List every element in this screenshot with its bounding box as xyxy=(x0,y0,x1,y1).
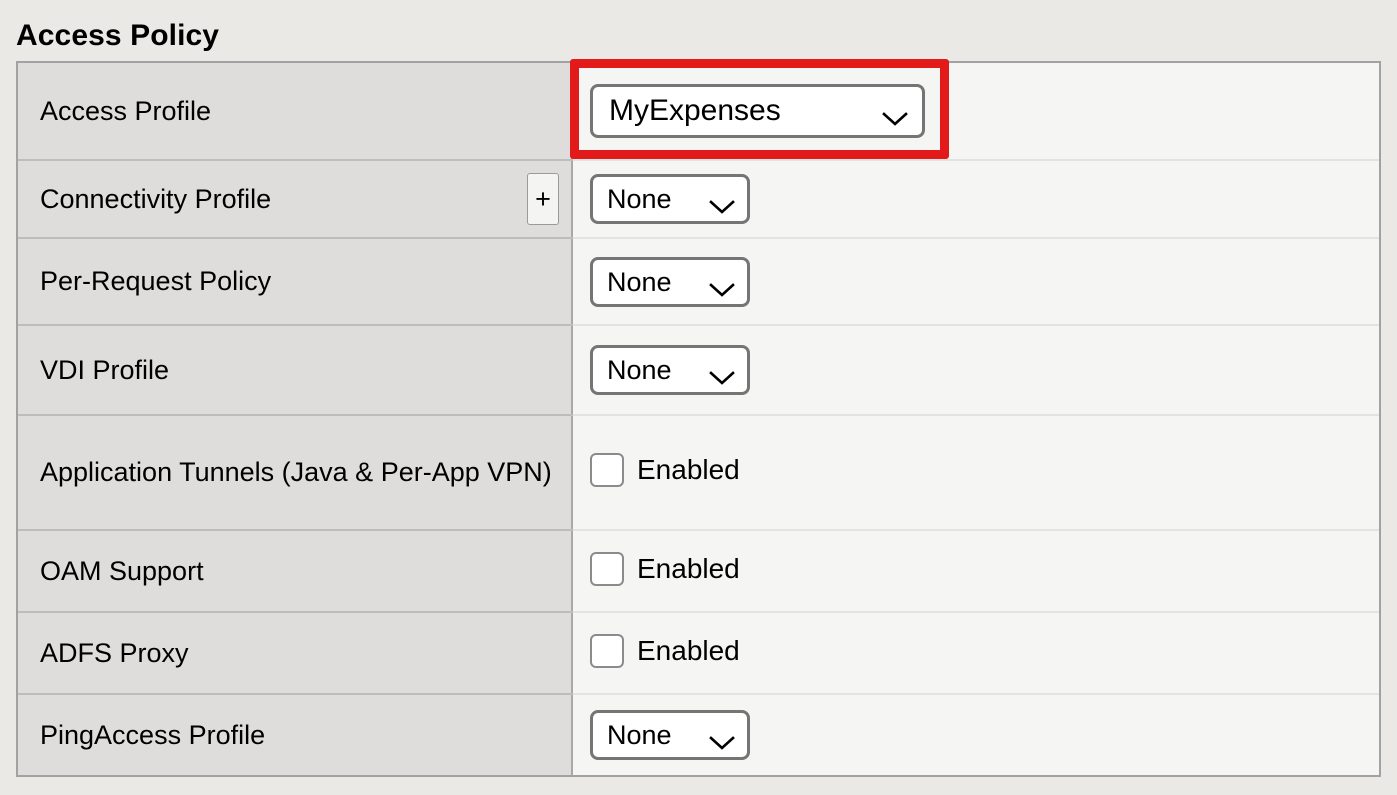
chevron-down-icon xyxy=(709,274,735,297)
table-row-application-tunnels: Application Tunnels (Java & Per-App VPN)… xyxy=(18,415,1379,531)
table-row-adfs-proxy: ADFS Proxy Enabled xyxy=(18,612,1379,695)
row-label-access-profile: Access Profile xyxy=(40,95,212,126)
page-title: Access Policy xyxy=(16,19,220,52)
table-row-per-request-policy: Per-Request Policy None xyxy=(18,238,1379,326)
row-label-cell-per-request-policy: Per-Request Policy xyxy=(18,238,573,326)
chevron-down-icon xyxy=(709,362,735,385)
adfs-proxy-checkbox[interactable] xyxy=(590,633,624,668)
row-value-cell-application-tunnels: Enabled xyxy=(572,415,1379,531)
table-row-oam-support: OAM Support Enabled xyxy=(18,530,1379,613)
row-label-oam-support: OAM Support xyxy=(40,555,204,586)
row-label-cell-pingaccess-profile: PingAccess Profile xyxy=(18,694,573,775)
chevron-down-icon xyxy=(709,191,735,214)
pingaccess-profile-select-value: None xyxy=(607,720,672,750)
row-label-cell-application-tunnels: Application Tunnels (Java & Per-App VPN) xyxy=(18,415,573,531)
row-label-cell-adfs-proxy: ADFS Proxy xyxy=(18,612,573,695)
plus-icon[interactable]: + xyxy=(527,173,559,225)
table-row-access-profile: Access Profile MyExpenses xyxy=(18,63,1379,161)
row-value-cell-pingaccess-profile: None xyxy=(572,694,1379,775)
application-tunnels-checkbox-label: Enabled xyxy=(637,454,740,485)
access-policy-table: Access Profile MyExpenses Connectivity P… xyxy=(16,61,1381,777)
row-value-cell-per-request-policy: None xyxy=(572,238,1379,326)
row-value-cell-adfs-proxy: Enabled xyxy=(572,612,1379,695)
vdi-profile-select[interactable]: None xyxy=(590,345,750,395)
application-tunnels-checkbox-group: Enabled xyxy=(590,453,740,487)
pingaccess-profile-select[interactable]: None xyxy=(590,710,750,760)
row-label-connectivity-profile: Connectivity Profile xyxy=(40,183,272,214)
access-profile-select-value: MyExpenses xyxy=(609,94,781,127)
access-profile-select[interactable]: MyExpenses xyxy=(590,84,925,138)
application-tunnels-checkbox[interactable] xyxy=(590,453,624,487)
row-label-application-tunnels: Application Tunnels (Java & Per-App VPN) xyxy=(40,457,552,487)
row-label-per-request-policy: Per-Request Policy xyxy=(40,266,272,296)
row-label-cell-oam-support: OAM Support xyxy=(18,530,573,613)
row-label-vdi-profile: VDI Profile xyxy=(40,354,170,385)
access-policy-page: Access Policy Access Profile MyExpenses … xyxy=(0,0,1397,795)
row-label-adfs-proxy: ADFS Proxy xyxy=(40,637,189,668)
row-value-cell-vdi-profile: None xyxy=(572,325,1379,416)
adfs-proxy-checkbox-group: Enabled xyxy=(590,633,740,668)
per-request-policy-select[interactable]: None xyxy=(590,256,750,307)
row-label-pingaccess-profile: PingAccess Profile xyxy=(40,719,266,750)
table-row-vdi-profile: VDI Profile None xyxy=(18,325,1379,416)
row-label-cell-access-profile: Access Profile xyxy=(18,63,573,161)
row-value-cell-oam-support: Enabled xyxy=(572,530,1379,613)
row-value-cell-connectivity-profile: None xyxy=(572,160,1379,239)
table-row-connectivity-profile: Connectivity Profile + None xyxy=(18,160,1379,239)
row-label-cell-vdi-profile: VDI Profile xyxy=(18,325,573,416)
row-label-cell-connectivity-profile: Connectivity Profile + xyxy=(18,160,573,239)
oam-support-checkbox[interactable] xyxy=(590,551,624,586)
chevron-down-icon xyxy=(882,103,908,126)
oam-support-checkbox-label: Enabled xyxy=(637,552,740,584)
table-row-pingaccess-profile: PingAccess Profile None xyxy=(18,694,1379,775)
row-value-cell-access-profile: MyExpenses xyxy=(572,63,1379,161)
per-request-policy-select-value: None xyxy=(607,266,672,297)
connectivity-profile-select-value: None xyxy=(607,184,672,214)
vdi-profile-select-value: None xyxy=(607,355,672,385)
chevron-down-icon xyxy=(709,727,735,750)
oam-support-checkbox-group: Enabled xyxy=(590,551,740,586)
adfs-proxy-checkbox-label: Enabled xyxy=(637,634,740,666)
connectivity-profile-select[interactable]: None xyxy=(590,174,750,224)
